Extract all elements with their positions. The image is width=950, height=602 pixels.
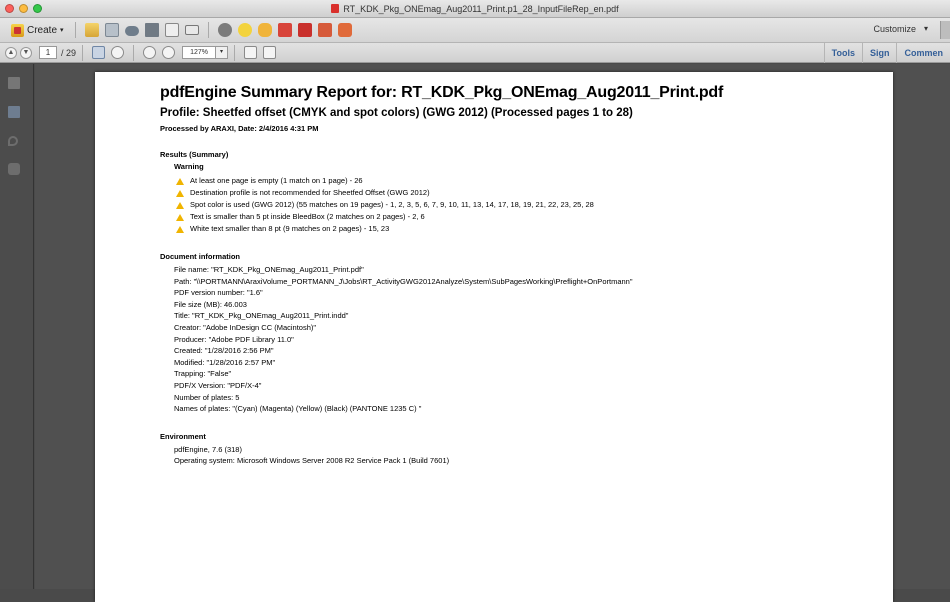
email-icon[interactable] <box>184 25 199 35</box>
docinfo-item: PDF version number: "1.6" <box>174 288 263 298</box>
docinfo-item: Modified: "1/28/2016 2:57 PM" <box>174 357 276 367</box>
left-navigation-panel <box>0 64 34 589</box>
open-folder-icon[interactable] <box>84 23 99 37</box>
edit-document-icon[interactable] <box>164 23 179 37</box>
page-total: / 29 <box>61 47 77 58</box>
pdf-page: pdfEngine Summary Report for: RT_KDK_Pkg… <box>95 72 893 602</box>
comment-link[interactable]: Commen <box>896 43 950 63</box>
window-title: RT_KDK_Pkg_ONEmag_Aug2011_Print.p1_28_In… <box>343 3 619 14</box>
environment-heading: Environment <box>160 431 206 441</box>
toolbar-divider <box>74 22 76 38</box>
save-icon[interactable] <box>104 23 119 37</box>
docinfo-item: Producer: "Adobe PDF Library 11.0" <box>174 334 294 344</box>
warning-item: White text smaller than 8 pt (9 matches … <box>176 223 880 235</box>
create-button[interactable]: Create ▾ <box>6 22 69 39</box>
warning-text: White text smaller than 8 pt (9 matches … <box>190 224 390 233</box>
docinfo-item: Number of plates: 5 <box>174 392 240 402</box>
minimize-window-button[interactable] <box>19 4 28 13</box>
document-information-list: File name: "RT_KDK_Pkg_ONEmag_Aug2011_Pr… <box>160 264 880 415</box>
hand-tool-icon[interactable] <box>111 46 125 59</box>
docinfo-item: File size (MB): 46.003 <box>174 299 247 309</box>
page-number-input[interactable]: 1 <box>39 46 57 59</box>
zoom-dropdown-button[interactable]: ▾ <box>216 46 229 59</box>
zoom-window-button[interactable] <box>33 4 42 13</box>
warning-icon <box>176 225 184 233</box>
settings-gear-icon[interactable] <box>217 23 232 37</box>
comment-bubble-icon[interactable] <box>237 23 252 37</box>
warning-text: Spot color is used (GWG 2012) (55 matche… <box>190 200 594 209</box>
share-pdf-icon[interactable] <box>317 23 332 37</box>
protect-pdf-icon[interactable] <box>337 23 352 37</box>
print-icon[interactable] <box>144 23 159 37</box>
toolbar-overflow-button[interactable] <box>940 21 950 39</box>
report-title: pdfEngine Summary Report for: RT_KDK_Pkg… <box>160 84 724 101</box>
close-window-button[interactable] <box>5 4 14 13</box>
document-information-heading: Document information <box>160 252 240 261</box>
fit-page-icon[interactable] <box>244 46 258 59</box>
warning-item: Spot color is used (GWG 2012) (55 matche… <box>176 199 880 211</box>
docinfo-item: Trapping: "False" <box>174 369 232 379</box>
warning-item: At least one page is empty (1 match on 1… <box>176 175 880 187</box>
bookmarks-icon[interactable] <box>8 106 20 118</box>
docinfo-item: File name: "RT_KDK_Pkg_ONEmag_Aug2011_Pr… <box>174 265 364 274</box>
pdf-document-icon <box>331 4 340 13</box>
warning-heading: Warning <box>174 162 204 171</box>
warning-icon <box>176 213 184 221</box>
comment-thread-icon[interactable] <box>257 23 272 37</box>
environment-item: pdfEngine, 7.6 (318) <box>174 444 242 454</box>
report-content: pdfEngine Summary Report for: RT_KDK_Pkg… <box>160 84 880 467</box>
select-tool-icon[interactable] <box>92 46 106 59</box>
docinfo-item: PDF/X Version: "PDF/X-4" <box>174 380 262 390</box>
warning-list: At least one page is empty (1 match on 1… <box>160 175 880 235</box>
cloud-upload-icon[interactable] <box>124 26 139 36</box>
previous-page-button[interactable]: ▲ <box>5 46 17 59</box>
docinfo-item: Created: "1/28/2016 2:56 PM" <box>174 346 274 356</box>
zoom-in-icon[interactable] <box>162 46 176 59</box>
tools-link[interactable]: Tools <box>823 43 862 63</box>
chevron-down-icon: ▾ <box>923 24 928 33</box>
toolbar-divider <box>207 22 209 38</box>
combine-pdf-icon[interactable] <box>277 23 292 37</box>
docinfo-item: Creator: "Adobe InDesign CC (Macintosh)" <box>174 322 317 332</box>
document-viewer[interactable]: pdfEngine Summary Report for: RT_KDK_Pkg… <box>35 64 950 602</box>
environment-item: Operating system: Microsoft Windows Serv… <box>174 456 450 466</box>
docinfo-item: Names of plates: "(Cyan) (Magenta) (Yell… <box>174 404 422 414</box>
report-profile: Profile: Sheetfed offset (CMYK and spot … <box>160 107 633 119</box>
create-label: Create <box>27 24 58 36</box>
create-pdf-icon <box>11 23 24 37</box>
toolbar-divider <box>234 44 236 61</box>
warning-item: Text is smaller than 5 pt inside BleedBo… <box>176 211 880 223</box>
signatures-icon[interactable] <box>8 163 20 175</box>
warning-text: Text is smaller than 5 pt inside BleedBo… <box>190 212 425 221</box>
toolbar-divider <box>133 44 135 61</box>
warning-icon <box>176 201 184 209</box>
results-heading: Results (Summary) <box>160 150 229 159</box>
warning-text: At least one page is empty (1 match on 1… <box>190 176 363 185</box>
toolbar-divider <box>82 44 84 61</box>
page-thumbnails-icon[interactable] <box>8 77 20 89</box>
zoom-out-icon[interactable] <box>143 46 157 59</box>
main-toolbar: Create ▾ Customize ▾ <box>0 18 950 43</box>
environment-list: pdfEngine, 7.6 (318) Operating system: M… <box>160 444 880 467</box>
warning-item: Destination profile is not recommended f… <box>176 187 880 199</box>
warning-icon <box>176 189 184 197</box>
navigation-toolbar: ▲ ▼ 1 / 29 127% ▾ Tools Sign Commen <box>0 43 950 63</box>
docinfo-item: Title: "RT_KDK_Pkg_ONEmag_Aug2011_Print.… <box>174 311 349 321</box>
window-controls <box>5 4 42 13</box>
attachments-icon[interactable] <box>8 136 18 146</box>
chevron-down-icon: ▾ <box>60 27 64 34</box>
warning-text: Destination profile is not recommended f… <box>190 188 430 197</box>
task-links: Tools Sign Commen <box>823 43 950 63</box>
docinfo-item: Path: "\\PORTMANN\AraxiVolume_PORTMANN_J… <box>174 276 633 286</box>
full-screen-icon[interactable] <box>263 46 277 59</box>
sign-link[interactable]: Sign <box>861 43 897 63</box>
zoom-level-input[interactable]: 127% <box>182 46 217 59</box>
customize-menu[interactable]: Customize <box>873 24 916 34</box>
window-titlebar: RT_KDK_Pkg_ONEmag_Aug2011_Print.p1_28_In… <box>0 0 950 18</box>
report-processed-by: Processed by ARAXI, Date: 2/4/2016 4:31 … <box>160 124 319 133</box>
export-pdf-icon[interactable] <box>297 23 312 37</box>
next-page-button[interactable]: ▼ <box>20 46 32 59</box>
warning-icon <box>176 177 184 185</box>
